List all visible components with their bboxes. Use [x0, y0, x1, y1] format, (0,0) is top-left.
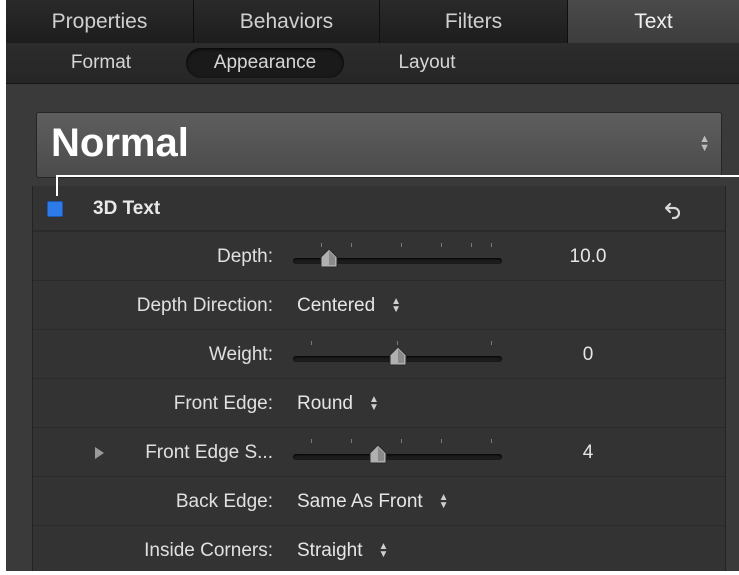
depth-direction-value: Centered: [297, 295, 376, 316]
3d-text-title: 3D Text: [93, 198, 161, 219]
depth-direction-popup[interactable]: Centered ▲ ▼: [297, 281, 401, 330]
depth-slider[interactable]: [291, 240, 504, 274]
front-edge-size-row: Front Edge S... 4: [33, 427, 725, 477]
depth-direction-row: Depth Direction: Centered ▲ ▼: [33, 280, 725, 330]
tab-properties[interactable]: Properties: [6, 0, 194, 43]
back-edge-value: Same As Front: [297, 491, 423, 512]
slider-thumb[interactable]: [389, 346, 407, 366]
tab-behaviors[interactable]: Behaviors: [194, 0, 380, 43]
slider-thumb[interactable]: [369, 444, 387, 464]
disclosure-triangle-icon[interactable]: [95, 447, 104, 459]
front-edge-size-label: Front Edge S...: [145, 442, 273, 463]
preset-value: Normal: [51, 121, 189, 165]
inside-corners-value: Straight: [297, 540, 363, 561]
inside-corners-row: Inside Corners: Straight ▲ ▼: [33, 525, 725, 575]
subtab-format[interactable]: Format: [46, 48, 156, 78]
depth-direction-label: Depth Direction:: [136, 295, 273, 316]
text-subtabs: Format Appearance Layout: [6, 43, 739, 84]
depth-value[interactable]: 10.0: [553, 232, 623, 281]
front-edge-row: Front Edge: Round ▲ ▼: [33, 378, 725, 428]
tab-text[interactable]: Text: [568, 0, 739, 43]
inspector-tabbar: Properties Behaviors Filters Text: [6, 0, 739, 44]
updown-arrows-icon: ▲ ▼: [699, 133, 710, 154]
back-edge-label: Back Edge:: [175, 491, 273, 512]
inside-corners-popup[interactable]: Straight ▲ ▼: [297, 526, 388, 575]
front-edge-size-value[interactable]: 4: [553, 428, 623, 477]
3d-text-group: 3D Text Depth: 10.0 Depth Direction: Cen…: [32, 186, 726, 571]
undo-arrow-icon[interactable]: [663, 200, 685, 220]
slider-thumb[interactable]: [320, 248, 338, 268]
slider-track: [293, 454, 502, 460]
updown-arrows-icon: ▲ ▼: [369, 393, 379, 413]
updown-arrows-icon: ▲ ▼: [438, 491, 449, 511]
3d-text-enable-checkbox[interactable]: [47, 201, 63, 217]
updown-arrows-icon: ▲ ▼: [378, 540, 389, 560]
back-edge-row: Back Edge: Same As Front ▲ ▼: [33, 476, 725, 526]
front-edge-value: Round: [297, 393, 353, 414]
front-edge-popup[interactable]: Round ▲ ▼: [297, 379, 379, 428]
weight-value[interactable]: 0: [553, 330, 623, 379]
subtab-layout[interactable]: Layout: [376, 48, 478, 78]
weight-label: Weight:: [208, 344, 273, 365]
style-preset-popup[interactable]: Normal ▲ ▼: [36, 112, 722, 178]
inside-corners-label: Inside Corners:: [144, 540, 273, 561]
depth-row: Depth: 10.0: [33, 231, 725, 281]
depth-label: Depth:: [217, 246, 273, 267]
subtab-appearance[interactable]: Appearance: [186, 48, 344, 78]
front-edge-size-slider[interactable]: [291, 436, 504, 470]
weight-slider[interactable]: [291, 338, 504, 372]
3d-text-header: 3D Text: [33, 186, 725, 231]
updown-arrows-icon: ▲ ▼: [391, 295, 402, 315]
back-edge-popup[interactable]: Same As Front ▲ ▼: [297, 477, 449, 526]
front-edge-label: Front Edge:: [173, 393, 273, 414]
weight-row: Weight: 0: [33, 329, 725, 379]
inspector-panel: Properties Behaviors Filters Text Format…: [6, 0, 739, 571]
tab-filters[interactable]: Filters: [380, 0, 568, 43]
